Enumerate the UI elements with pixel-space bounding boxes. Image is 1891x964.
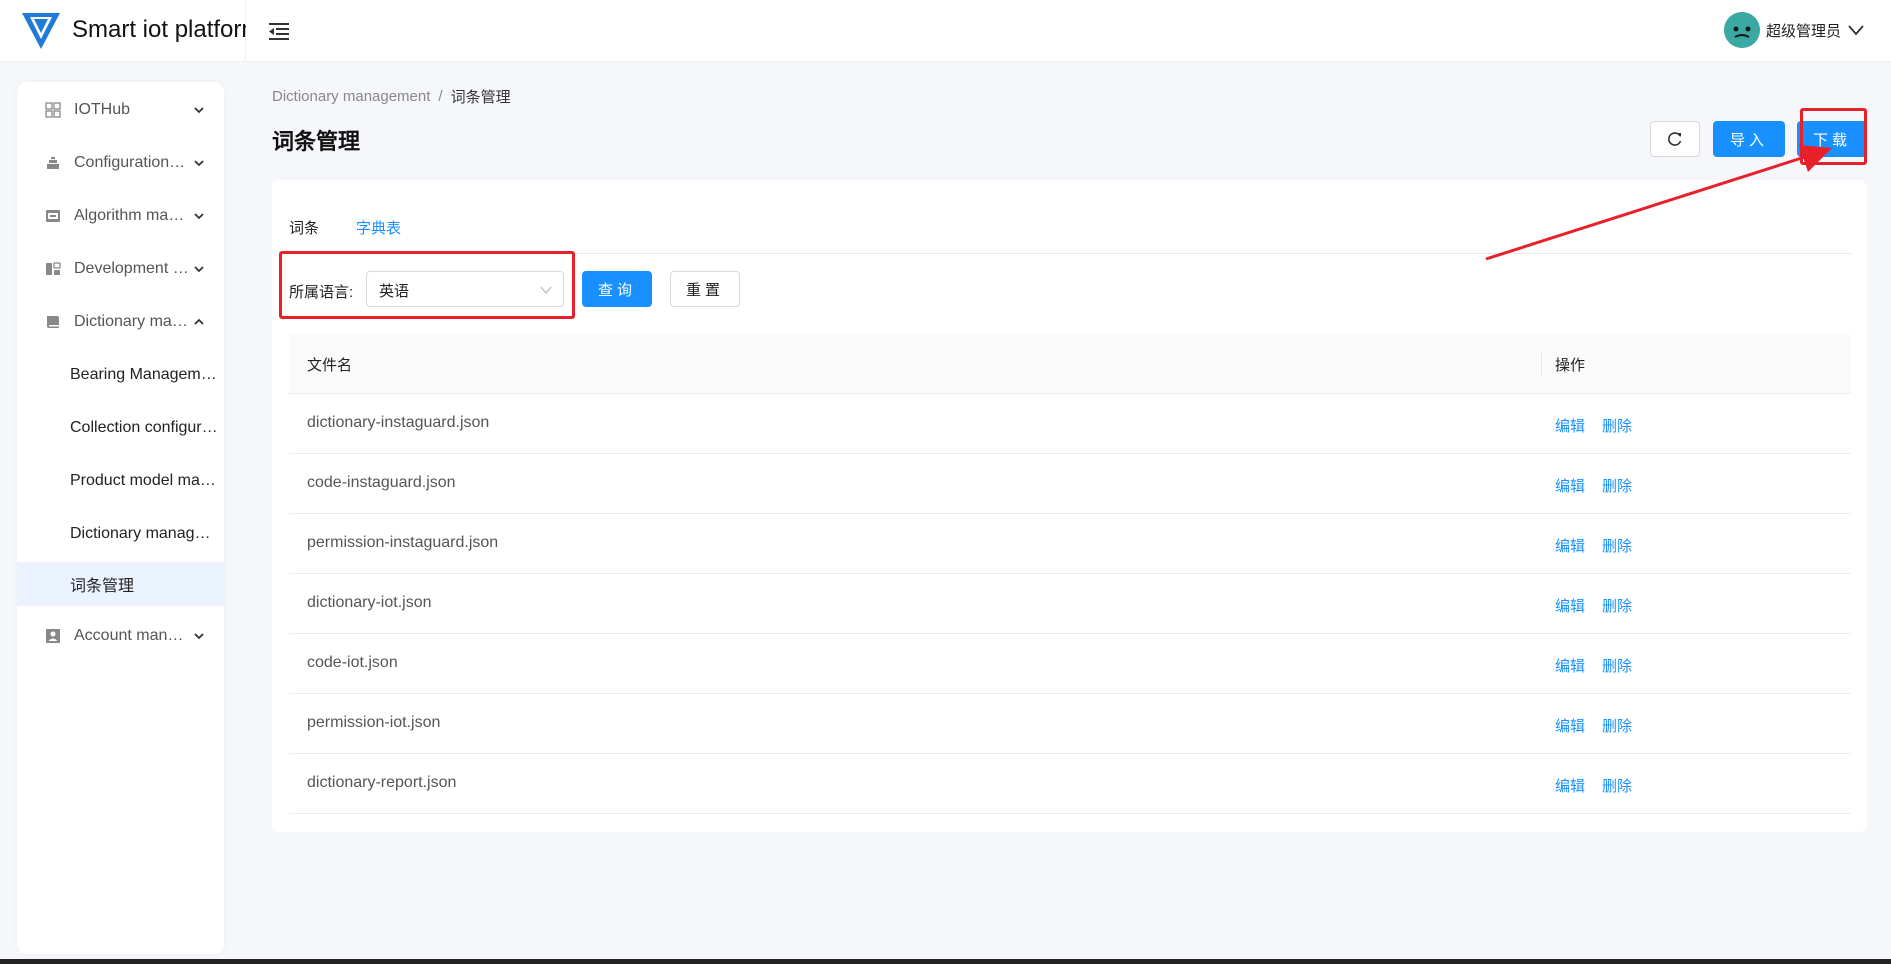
sidebar-subitem-label: Collection configuration [70,419,218,436]
breadcrumb: Dictionary management / 词条管理 [272,86,511,106]
edit-link[interactable]: 编辑 [1555,415,1585,436]
edit-link[interactable]: 编辑 [1555,715,1585,736]
sidebar-item-label: IOTHub [74,101,131,118]
table-header: 文件名 操作 [289,334,1851,394]
sidebar-item-label: Configuration management [74,154,189,171]
sidebar-item-dictionary[interactable]: Dictionary management [17,300,224,344]
file-name: dictionary-iot.json [307,594,432,611]
file-name: dictionary-report.json [307,774,457,791]
sidebar-subitem-entries[interactable]: 词条管理 [17,562,224,606]
column-divider [1541,352,1542,376]
table-row: permission-iot.json 编辑 删除 [289,694,1851,754]
delete-link[interactable]: 删除 [1602,775,1632,796]
delete-link[interactable]: 删除 [1602,655,1632,676]
language-select-value: 英语 [379,283,410,300]
column-header-actions: 操作 [1555,357,1586,374]
sidebar-subitem-label: Dictionary management [70,525,218,542]
delete-link[interactable]: 删除 [1602,415,1632,436]
sidebar-subitem-label: 词条管理 [70,578,135,595]
edit-link[interactable]: 编辑 [1555,535,1585,556]
sidebar-subitem-product-model[interactable]: Product model management [17,459,224,503]
sidebar-item-development[interactable]: Development management [17,247,224,291]
import-button[interactable]: 导入 [1713,121,1785,157]
sidebar-item-label: Dictionary management [74,313,189,330]
chevron-down-icon [1848,25,1864,36]
content-card: 词条 字典表 所属语言: 英语 查询 重置 文件名 操作 dictionary-… [272,180,1867,832]
chevron-down-icon [194,107,204,114]
logo-icon [22,13,60,49]
chevron-down-icon [194,160,204,167]
sidebar-item-label: Account management [74,627,189,644]
sidebar-subitem-bearing[interactable]: Bearing Management [17,353,224,397]
edit-link[interactable]: 编辑 [1555,595,1585,616]
breadcrumb-current: 词条管理 [450,88,511,106]
table-row: dictionary-report.json 编辑 删除 [289,754,1851,814]
tab-dictionary-table[interactable]: 字典表 [356,218,401,246]
refresh-icon [1668,132,1682,146]
sidebar-item-iothub[interactable]: IOTHub [17,88,224,132]
file-name: code-iot.json [307,654,398,671]
table-row: dictionary-iot.json 编辑 删除 [289,574,1851,634]
column-header-filename: 文件名 [307,357,353,374]
chevron-down-icon [194,266,204,273]
table-row: dictionary-instaguard.json 编辑 删除 [289,394,1851,454]
bottom-edge [0,959,1891,964]
avatar [1723,12,1760,48]
menu-collapse-icon[interactable] [266,18,292,44]
chevron-down-icon [194,633,204,640]
table-row: code-instaguard.json 编辑 删除 [289,454,1851,514]
page-title: 词条管理 [272,129,361,154]
algorithm-icon [46,210,60,222]
account-icon [46,629,60,643]
grid-icon [45,102,61,118]
table-row: code-iot.json 编辑 删除 [289,634,1851,694]
stack-icon [47,157,59,169]
table-row: permission-instaguard.json 编辑 删除 [289,514,1851,574]
sidebar: IOTHub Configuration management Algorith… [17,82,224,954]
reset-button[interactable]: 重置 [670,271,740,307]
edit-link[interactable]: 编辑 [1555,775,1585,796]
avatar-face-icon [1723,12,1760,48]
language-select[interactable]: 英语 [366,271,564,307]
file-name: code-instaguard.json [307,474,456,491]
file-name: permission-instaguard.json [307,534,499,551]
sidebar-subitem-label: Product model management [70,472,218,489]
devices-icon [46,262,61,275]
user-menu[interactable]: 超级管理员 [1723,12,1865,48]
sidebar-item-account[interactable]: Account management [17,614,224,658]
sidebar-item-configuration[interactable]: Configuration management [17,141,224,185]
tab-bar: 词条 字典表 [289,218,1851,254]
edit-link[interactable]: 编辑 [1555,475,1585,496]
file-name: permission-iot.json [307,714,441,731]
delete-link[interactable]: 删除 [1602,595,1632,616]
sidebar-subitem-label: Bearing Management [70,366,218,383]
logo-area: Smart iot platform [0,0,246,62]
refresh-button[interactable] [1650,121,1700,157]
top-header: Smart iot platform 超级管理员 [0,0,1891,62]
delete-link[interactable]: 删除 [1602,475,1632,496]
delete-link[interactable]: 删除 [1602,715,1632,736]
delete-link[interactable]: 删除 [1602,535,1632,556]
file-name: dictionary-instaguard.json [307,414,490,431]
sidebar-item-label: Development management [74,260,189,277]
sidebar-item-algorithm[interactable]: Algorithm management [17,194,224,238]
sidebar-subitem-dictionary[interactable]: Dictionary management [17,512,224,556]
edit-link[interactable]: 编辑 [1555,655,1585,676]
app-title: Smart iot platform [72,16,246,43]
download-button[interactable]: 下载 [1797,121,1867,157]
chevron-down-icon [540,286,552,295]
book-icon [47,316,59,328]
tab-entries[interactable]: 词条 [289,218,319,246]
language-filter-label: 所属语言: [289,284,354,301]
breadcrumb-parent[interactable]: Dictionary management [272,88,430,105]
query-button[interactable]: 查询 [582,271,652,307]
breadcrumb-separator: / [438,87,443,105]
chevron-up-icon [194,318,204,325]
sidebar-subitem-collection[interactable]: Collection configuration [17,406,224,450]
sidebar-item-label: Algorithm management [74,207,189,224]
user-name: 超级管理员 [1765,22,1841,40]
chevron-down-icon [194,213,204,220]
